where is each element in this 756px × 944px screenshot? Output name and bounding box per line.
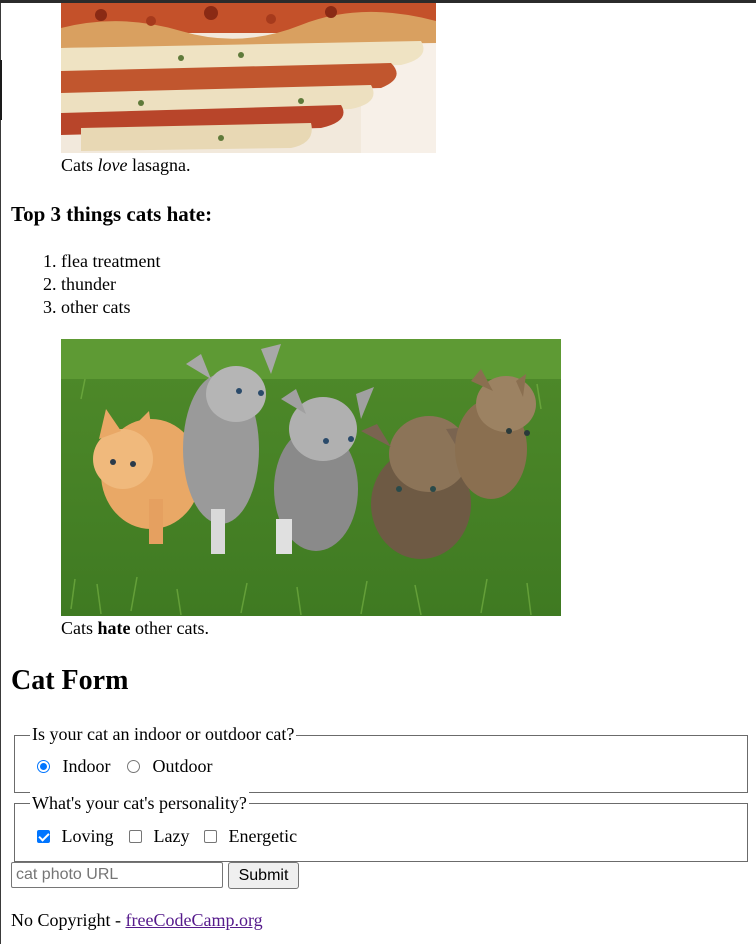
kittens-image[interactable] — [61, 339, 561, 616]
indoor-radio[interactable] — [37, 760, 50, 773]
loving-option[interactable]: Loving — [37, 825, 114, 847]
lazy-option[interactable]: Lazy — [129, 825, 189, 847]
personality-legend: What's your cat's personality? — [30, 792, 249, 814]
loving-label[interactable]: Loving — [62, 826, 114, 846]
viewport-left-edge — [0, 3, 1, 944]
indoor-outdoor-legend: Is your cat an indoor or outdoor cat? — [30, 723, 297, 745]
lasagna-caption: Cats love lasagna. — [61, 155, 191, 175]
kittens-caption: Cats hate other cats. — [61, 618, 209, 638]
viewport-left-edge-mark — [0, 60, 2, 120]
energetic-option[interactable]: Energetic — [204, 825, 297, 847]
footer-text: No Copyright - — [11, 910, 126, 930]
energetic-label[interactable]: Energetic — [229, 826, 298, 846]
hate-strong: hate — [97, 618, 131, 638]
lazy-checkbox[interactable] — [129, 830, 142, 843]
freecodecamp-link[interactable]: freeCodeCamp.org — [126, 910, 263, 930]
outdoor-radio[interactable] — [127, 760, 140, 773]
loving-checkbox[interactable] — [37, 830, 50, 843]
hate-list-heading: Top 3 things cats hate: — [11, 202, 213, 226]
indoor-label[interactable]: Indoor — [63, 756, 111, 776]
list-item: flea treatment — [61, 250, 160, 273]
cat-form-heading: Cat Form — [11, 665, 129, 696]
indoor-option[interactable]: Indoor — [37, 755, 111, 777]
submit-button[interactable]: Submit — [228, 862, 299, 889]
cat-photo-url-input[interactable] — [11, 862, 223, 888]
hate-list: flea treatment thunder other cats — [0, 250, 160, 319]
footer: No Copyright - freeCodeCamp.org — [11, 908, 263, 932]
love-emphasis: love — [97, 155, 128, 175]
outdoor-option[interactable]: Outdoor — [127, 755, 213, 777]
outdoor-label[interactable]: Outdoor — [153, 756, 213, 776]
lazy-label[interactable]: Lazy — [154, 826, 190, 846]
list-item: thunder — [61, 273, 160, 296]
energetic-checkbox[interactable] — [204, 830, 217, 843]
lasagna-image[interactable] — [61, 3, 436, 153]
list-item: other cats — [61, 296, 160, 319]
